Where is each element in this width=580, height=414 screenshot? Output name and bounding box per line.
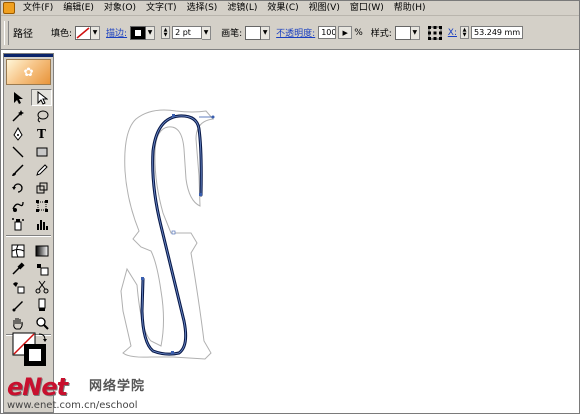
stroke-weight-field[interactable]: 2 pt <box>172 26 203 39</box>
column-graph-icon[interactable] <box>31 215 52 232</box>
menu-window[interactable]: 窗口(W) <box>345 1 389 15</box>
stroke-dropdown-button[interactable]: ▼ <box>146 25 156 40</box>
menu-object[interactable]: 对象(O) <box>99 1 141 15</box>
chevron-down-icon: ▼ <box>92 29 98 36</box>
application-logo[interactable]: ✿ <box>6 59 51 85</box>
selection-type-label: 路径 <box>13 29 33 40</box>
anchor-point <box>171 230 176 235</box>
mesh-icon[interactable] <box>7 242 28 259</box>
x-field[interactable]: 53.249 mm <box>471 26 523 39</box>
hand-icon[interactable] <box>7 314 28 331</box>
rotate-icon[interactable] <box>7 179 28 196</box>
enet-watermark: eNet 网络学院 www.enet.com.cn/eschool <box>1 369 201 413</box>
letter-s-artwork[interactable] <box>55 50 579 413</box>
selection-arrow-icon[interactable] <box>7 89 28 106</box>
opacity-arrow-button[interactable]: ▶ <box>338 26 353 39</box>
warp-icon[interactable] <box>7 197 28 214</box>
anchor-point <box>171 351 174 354</box>
brush-swatch[interactable] <box>245 25 262 40</box>
rectangle-icon[interactable] <box>31 143 52 160</box>
direction-handle-point <box>211 115 215 119</box>
fill-label: 填色: <box>51 29 73 39</box>
chevron-down-icon: ▼ <box>147 29 153 36</box>
fill-stroke-color-icon[interactable] <box>12 332 48 368</box>
pen-icon[interactable] <box>7 125 28 142</box>
menu-file[interactable]: 文件(F) <box>18 1 58 15</box>
menu-filter[interactable]: 滤镜(L) <box>222 1 262 15</box>
illustrator-window: 文件(F) 编辑(E) 对象(O) 文字(T) 选择(S) 滤镜(L) 效果(C… <box>0 0 580 414</box>
stroke-swatch-inner <box>135 29 142 36</box>
enet-logo: eNet <box>7 373 68 401</box>
zoom-icon[interactable] <box>31 314 52 331</box>
anchor-point <box>141 277 144 280</box>
anchor-point <box>172 114 175 117</box>
symbol-sprayer-icon[interactable] <box>7 215 28 232</box>
tools-grid-lower <box>4 240 53 331</box>
type-icon[interactable]: T <box>31 125 52 142</box>
chevron-down-icon: ▼ <box>203 29 209 36</box>
live-paint-icon[interactable] <box>31 260 52 277</box>
stroke-weight-dropdown[interactable]: ▼ <box>202 25 212 40</box>
menu-bar: 文件(F) 编辑(E) 对象(O) 文字(T) 选择(S) 滤镜(L) 效果(C… <box>1 1 579 16</box>
reference-point-icon[interactable] <box>427 25 442 40</box>
free-transform-icon[interactable] <box>31 197 52 214</box>
stroke-swatch[interactable] <box>130 25 147 40</box>
anchor-point <box>199 193 202 196</box>
live-paint-selection-icon[interactable] <box>7 278 28 295</box>
menu-effect[interactable]: 效果(C) <box>262 1 303 15</box>
style-label: 样式: <box>370 29 392 39</box>
paintbrush-icon[interactable] <box>7 161 28 178</box>
brush-dropdown-button[interactable]: ▼ <box>261 25 271 40</box>
brush-label: 画笔: <box>221 29 243 39</box>
chevron-down-icon: ▼ <box>412 29 418 36</box>
style-dropdown-button[interactable]: ▼ <box>410 25 420 40</box>
fill-swatch[interactable] <box>75 25 92 40</box>
stroke-label[interactable]: 描边: <box>106 26 127 39</box>
menu-select[interactable]: 选择(S) <box>182 1 223 15</box>
stroke-weight-spinner[interactable]: ▲ ▼ <box>161 26 171 39</box>
menu-type[interactable]: 文字(T) <box>141 1 182 15</box>
none-fill-icon <box>76 26 90 39</box>
chevron-down-icon: ▼ <box>262 29 268 36</box>
enet-subtitle: 网络学院 <box>89 379 146 394</box>
slice-icon[interactable] <box>7 296 28 313</box>
scissors-icon[interactable] <box>31 278 52 295</box>
opacity-label[interactable]: 不透明度: <box>276 26 315 39</box>
scale-icon[interactable] <box>31 179 52 196</box>
gradient-icon[interactable] <box>31 242 52 259</box>
opacity-field[interactable]: 100 <box>318 26 337 39</box>
tools-panel: ✿ T <box>3 53 54 413</box>
style-swatch[interactable] <box>394 25 411 40</box>
lasso-icon[interactable] <box>31 107 52 124</box>
eraser-icon[interactable] <box>31 296 52 313</box>
menu-view[interactable]: 视图(V) <box>304 1 345 15</box>
direct-selection-icon[interactable] <box>31 89 52 106</box>
opacity-unit: % <box>354 27 363 38</box>
pencil-icon[interactable] <box>31 161 52 178</box>
artboard-canvas[interactable] <box>55 50 579 413</box>
app-icon[interactable] <box>3 2 15 14</box>
x-spinner[interactable]: ▲ ▼ <box>460 26 469 39</box>
tools-divider <box>6 235 51 237</box>
tools-grid: T <box>4 87 53 232</box>
eyedropper-icon[interactable] <box>7 260 28 277</box>
menu-help[interactable]: 帮助(H) <box>389 1 431 15</box>
magic-wand-icon[interactable] <box>7 107 28 124</box>
menu-edit[interactable]: 编辑(E) <box>58 1 99 15</box>
control-bar: 路径 填色: ▼ 描边: ▼ ▲ ▼ 2 pt ▼ 画笔: ▼ 不透明度: 100… <box>1 16 579 50</box>
enet-url: www.enet.com.cn/eschool <box>7 400 138 411</box>
line-segment-icon[interactable] <box>7 143 28 160</box>
control-bar-grip[interactable] <box>4 20 9 45</box>
tools-panel-titlebar[interactable] <box>4 54 53 57</box>
x-label[interactable]: X: <box>448 28 457 38</box>
chevron-right-icon: ▶ <box>342 28 348 37</box>
fill-dropdown-button[interactable]: ▼ <box>91 25 101 40</box>
